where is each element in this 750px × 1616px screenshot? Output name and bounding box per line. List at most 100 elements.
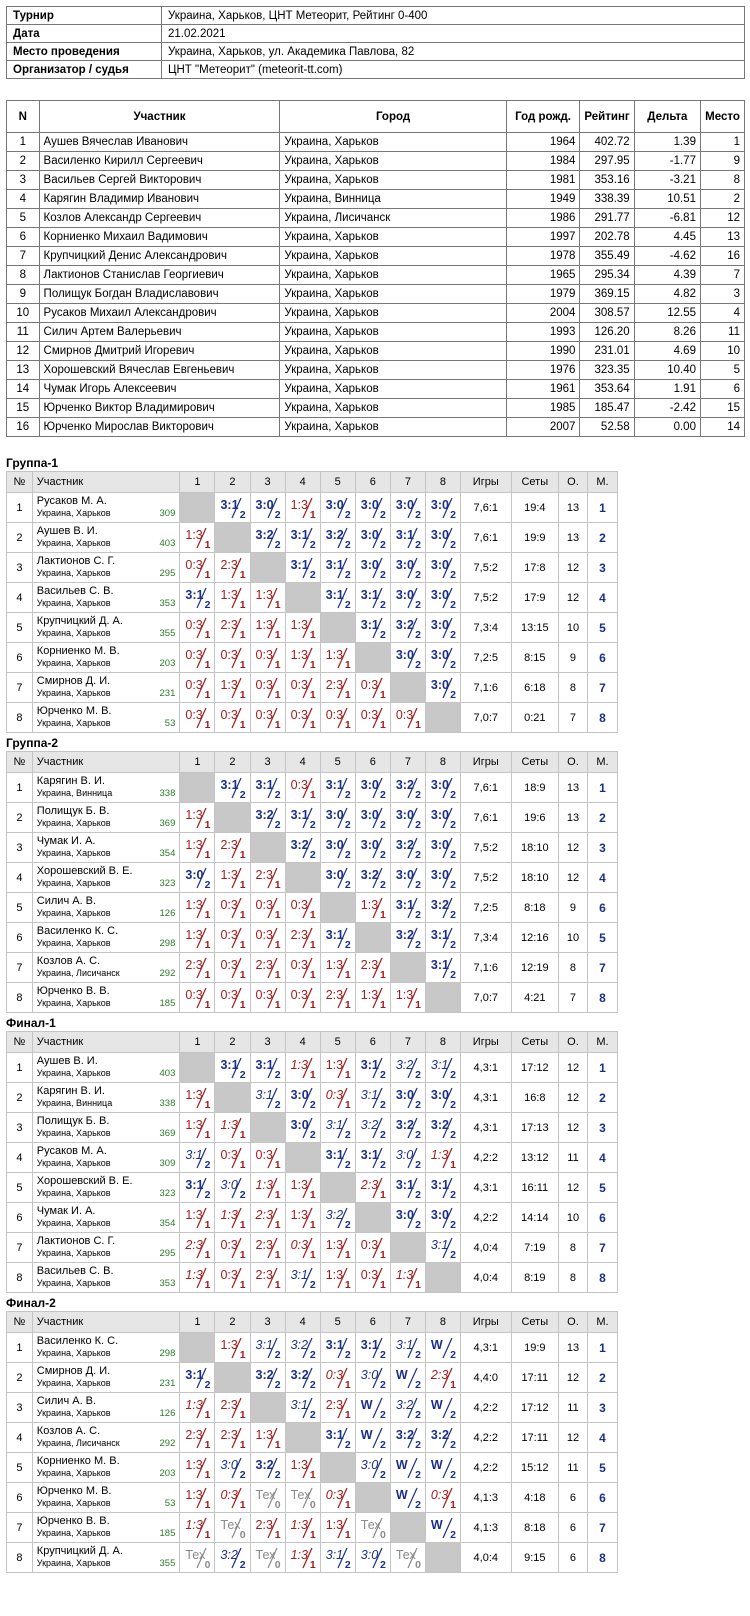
match-result: 3:1 2 [321, 553, 355, 582]
group-row: 4 Козлов А. С. Украина, Лисичанск 292 2:3 1 2:… [6, 1422, 619, 1453]
match-result-cell: 3:0 2 [424, 642, 462, 673]
match-result-cell: 2:3 1 [249, 1202, 286, 1233]
participant-row: 7 Крупчицкий Денис Александрович Украина, … [6, 246, 746, 266]
match-result-cell: 0:3 1 [284, 672, 321, 703]
match-outcome: 2 [380, 1379, 386, 1391]
match-result-cell: 0:3 1 [179, 612, 216, 643]
match-result-cell: 1:3 1 [179, 1202, 216, 1233]
diagonal-cell [354, 1202, 391, 1233]
sets-cell: 19:4 [510, 492, 560, 523]
player-name: Силич А. В. [36, 895, 97, 907]
participant-cell: 8.26 [633, 322, 701, 342]
match-outcome: 1 [204, 689, 211, 701]
match-result-cell: 2:3 1 [214, 832, 251, 863]
player-rating: 53 [164, 1498, 176, 1509]
group-grid: № Участник 1 2 3 4 5 6 7 8 Игры Сеты О. М. 1 Аушев В. И… [6, 1031, 619, 1293]
participant-cell: Украина, Харьков [279, 417, 507, 437]
sets-cell: 14:14 [510, 1202, 560, 1233]
match-result: 3:2 2 [321, 523, 355, 552]
player-city: Украина, Харьков [36, 1278, 111, 1288]
match-outcome: 1 [380, 969, 386, 981]
match-result: W2 [356, 1393, 390, 1422]
games-cell: 7,1:6 [460, 672, 512, 703]
match-result: 3:0 2 [391, 643, 425, 672]
participant-row: 1 Аушев Вячеслав Иванович Украина, Харьков… [6, 132, 746, 152]
match-result-cell: Тех 0 [249, 1542, 286, 1573]
participant-row: 16 Юрченко Мирослав Викторович Украина, Ха… [6, 417, 746, 437]
grid-header: 1 [179, 471, 216, 493]
place-cell: 2 [586, 1362, 619, 1393]
games-cell: 7,2:5 [460, 892, 512, 923]
match-result: 3:2 2 [251, 523, 285, 552]
match-result: 3:0 2 [391, 553, 425, 582]
diagonal-cell [319, 1172, 356, 1203]
match-result: 2:3 1 [215, 1393, 249, 1422]
diagonal-cell [249, 552, 286, 583]
match-outcome: 1 [204, 1499, 211, 1511]
match-result-cell: 1:3 1 [179, 522, 216, 553]
participants-header: Город [279, 100, 507, 133]
match-result: 0:3 1 [251, 893, 285, 922]
points-cell: 13 [558, 522, 588, 553]
match-result: 3:2 2 [391, 1423, 425, 1452]
player-cell: Полищук Б. В. Украина, Харьков 369 [31, 1112, 181, 1143]
grid-header: 1 [179, 1031, 216, 1053]
match-result-cell: 2:3 1 [179, 952, 216, 983]
match-result: 1:3 1 [180, 1083, 214, 1112]
player-rating: 403 [159, 538, 176, 549]
participant-cell: 9 [699, 151, 746, 171]
match-outcome: 2 [450, 1249, 456, 1261]
participant-cell: 1985 [505, 398, 581, 418]
match-outcome: 2 [274, 509, 281, 521]
player-city: Украина, Харьков [36, 878, 111, 888]
games-cell: 4,2:2 [460, 1392, 512, 1423]
row-number: 4 [6, 582, 33, 613]
participant-cell: -1.77 [633, 151, 701, 171]
match-result: 3:0 2 [356, 553, 390, 582]
match-outcome: 1 [274, 719, 281, 731]
info-row: Турнир Украина, Харьков, ЦНТ Метеорит, Ре… [6, 6, 745, 25]
grid-header: М. [586, 751, 619, 773]
grid-header: 6 [354, 1311, 391, 1333]
match-outcome: 2 [415, 819, 421, 831]
match-result-cell: 2:3 1 [284, 922, 321, 953]
match-result: 3:2 2 [356, 1113, 390, 1142]
points-cell: 13 [558, 772, 588, 803]
match-outcome: 2 [450, 1529, 456, 1541]
group-grid: № Участник 1 2 3 4 5 6 7 8 Игры Сеты О. М. 1 Русаков М.… [6, 471, 619, 733]
match-result-cell: 3:0 2 [424, 552, 462, 583]
participant-cell: 14 [6, 379, 40, 399]
points-cell: 8 [558, 1262, 588, 1293]
match-outcome: 2 [309, 849, 316, 861]
participant-cell: 6 [6, 227, 40, 247]
match-result: Тех 0 [251, 1483, 285, 1512]
participant-cell: Русаков Михаил Александрович [38, 303, 281, 323]
grid-header: М. [586, 1311, 619, 1333]
match-result: 0:3 1 [180, 983, 214, 1012]
match-outcome: 1 [309, 939, 316, 951]
participant-cell: 1997 [505, 227, 581, 247]
participant-row: 10 Русаков Михаил Александрович Украина, Х… [6, 303, 746, 323]
match-outcome: 2 [380, 509, 386, 521]
match-result-cell: 0:3 1 [249, 702, 286, 733]
participants-table: N Участник Город Год рожд. Рейтинг Дельта Мест… [6, 100, 746, 437]
grid-header: Игры [460, 471, 512, 493]
match-result: 1:3 1 [356, 983, 390, 1012]
match-outcome: 0 [239, 1529, 246, 1541]
player-city: Украина, Харьков [36, 1408, 111, 1418]
player-city: Украина, Харьков [36, 1188, 111, 1198]
participants-header: N [6, 100, 40, 133]
grid-header: 4 [284, 471, 321, 493]
match-outcome: 2 [450, 689, 456, 701]
match-outcome: 1 [380, 909, 386, 921]
sets-cell: 8:19 [510, 1262, 560, 1293]
match-outcome: 1 [239, 1499, 246, 1511]
match-result: 3:2 2 [426, 1423, 460, 1452]
player-cell: Лактионов С. Г. Украина, Харьков 295 [31, 1232, 181, 1263]
row-number: 8 [6, 982, 33, 1013]
match-result-cell: 1:3 1 [284, 1542, 321, 1573]
match-result: 3:1 2 [286, 553, 320, 582]
player-name: Лактионов С. Г. [36, 1235, 116, 1247]
diagonal-cell [354, 642, 391, 673]
match-result: 0:3 1 [356, 1263, 390, 1292]
